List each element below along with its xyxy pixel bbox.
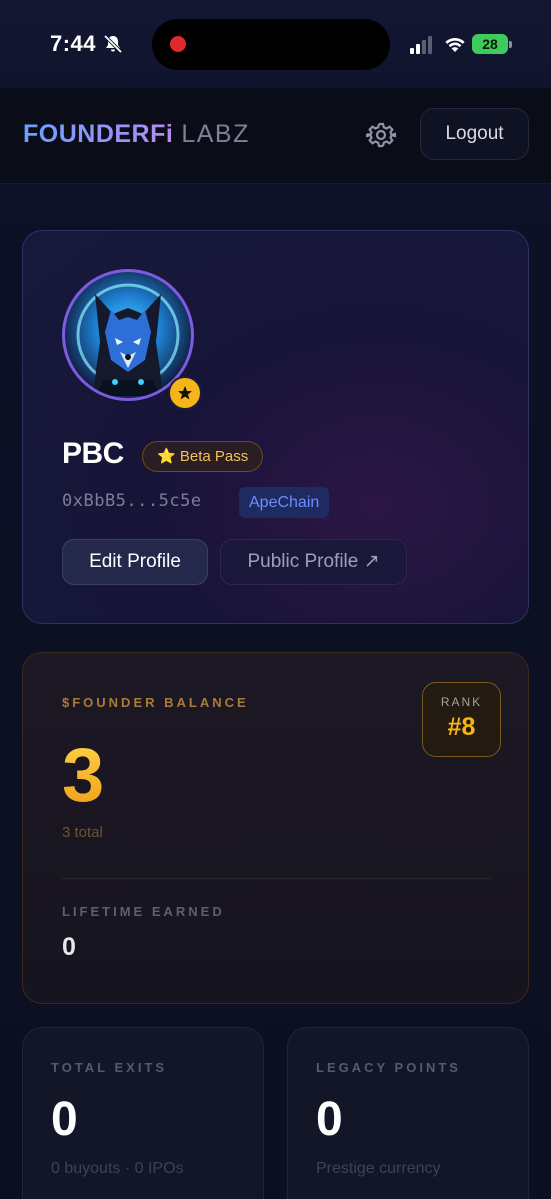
balance-subtext: 3 total	[62, 824, 103, 841]
recording-indicator-icon	[170, 36, 186, 52]
gear-icon[interactable]	[365, 120, 397, 150]
stat-label: LEGACY POINTS	[316, 1060, 461, 1075]
founder-balance-card: $FOUNDER BALANCE RANK #8 3 3 total LIFET…	[22, 652, 529, 1004]
dynamic-island	[152, 19, 390, 70]
balance-label: $FOUNDER BALANCE	[62, 695, 249, 710]
wifi-icon	[443, 35, 467, 54]
brand-secondary: LABZ	[181, 120, 250, 148]
status-time: 7:44	[50, 31, 97, 56]
stat-value: 0	[316, 1093, 343, 1146]
app-screen: 7:44 28 FOUNDERFi LABZ Logout PBC ⭐ Beta…	[0, 0, 551, 1199]
wallet-address[interactable]: 0xBbB5...5c5e	[62, 491, 202, 511]
username: PBC	[62, 437, 124, 470]
battery-icon: 28	[472, 34, 512, 54]
rank-value: #8	[447, 713, 476, 741]
brand-logo[interactable]: FOUNDERFi LABZ	[23, 120, 250, 149]
divider	[62, 878, 491, 879]
wolf-avatar-illustration	[76, 283, 180, 396]
beta-pass-badge: ⭐ Beta Pass	[142, 441, 264, 472]
chain-badge: ApeChain	[239, 487, 330, 518]
public-profile-button[interactable]: Public Profile ↗	[220, 539, 407, 585]
legacy-points-card: LEGACY POINTS 0 Prestige currency	[287, 1027, 529, 1199]
stat-subtext: 0 buyouts · 0 IPOs	[51, 1160, 184, 1177]
beta-pass-label: Beta Pass	[179, 448, 249, 465]
cellular-signal-icon	[410, 36, 434, 54]
rank-label: RANK	[440, 695, 483, 709]
total-exits-card: TOTAL EXITS 0 0 buyouts · 0 IPOs	[22, 1027, 264, 1199]
stat-value: 0	[51, 1093, 78, 1146]
stat-label: TOTAL EXITS	[51, 1060, 168, 1075]
status-bar: 7:44 28	[0, 0, 551, 88]
stat-subtext: Prestige currency	[316, 1160, 441, 1177]
logout-button[interactable]: Logout	[420, 108, 529, 160]
lifetime-earned-value: 0	[62, 933, 76, 961]
star-emoji-icon: ⭐	[157, 448, 176, 465]
edit-profile-button[interactable]: Edit Profile	[62, 539, 208, 585]
lifetime-earned-label: LIFETIME EARNED	[62, 904, 225, 919]
brand-primary: FOUNDERFi	[23, 120, 174, 148]
balance-value: 3	[62, 733, 105, 818]
rank-box: RANK #8	[422, 682, 501, 757]
star-icon	[168, 376, 202, 410]
bell-muted-icon	[103, 34, 123, 54]
profile-card: PBC ⭐ Beta Pass 0xBbB5...5c5e ApeChain E…	[22, 230, 529, 624]
